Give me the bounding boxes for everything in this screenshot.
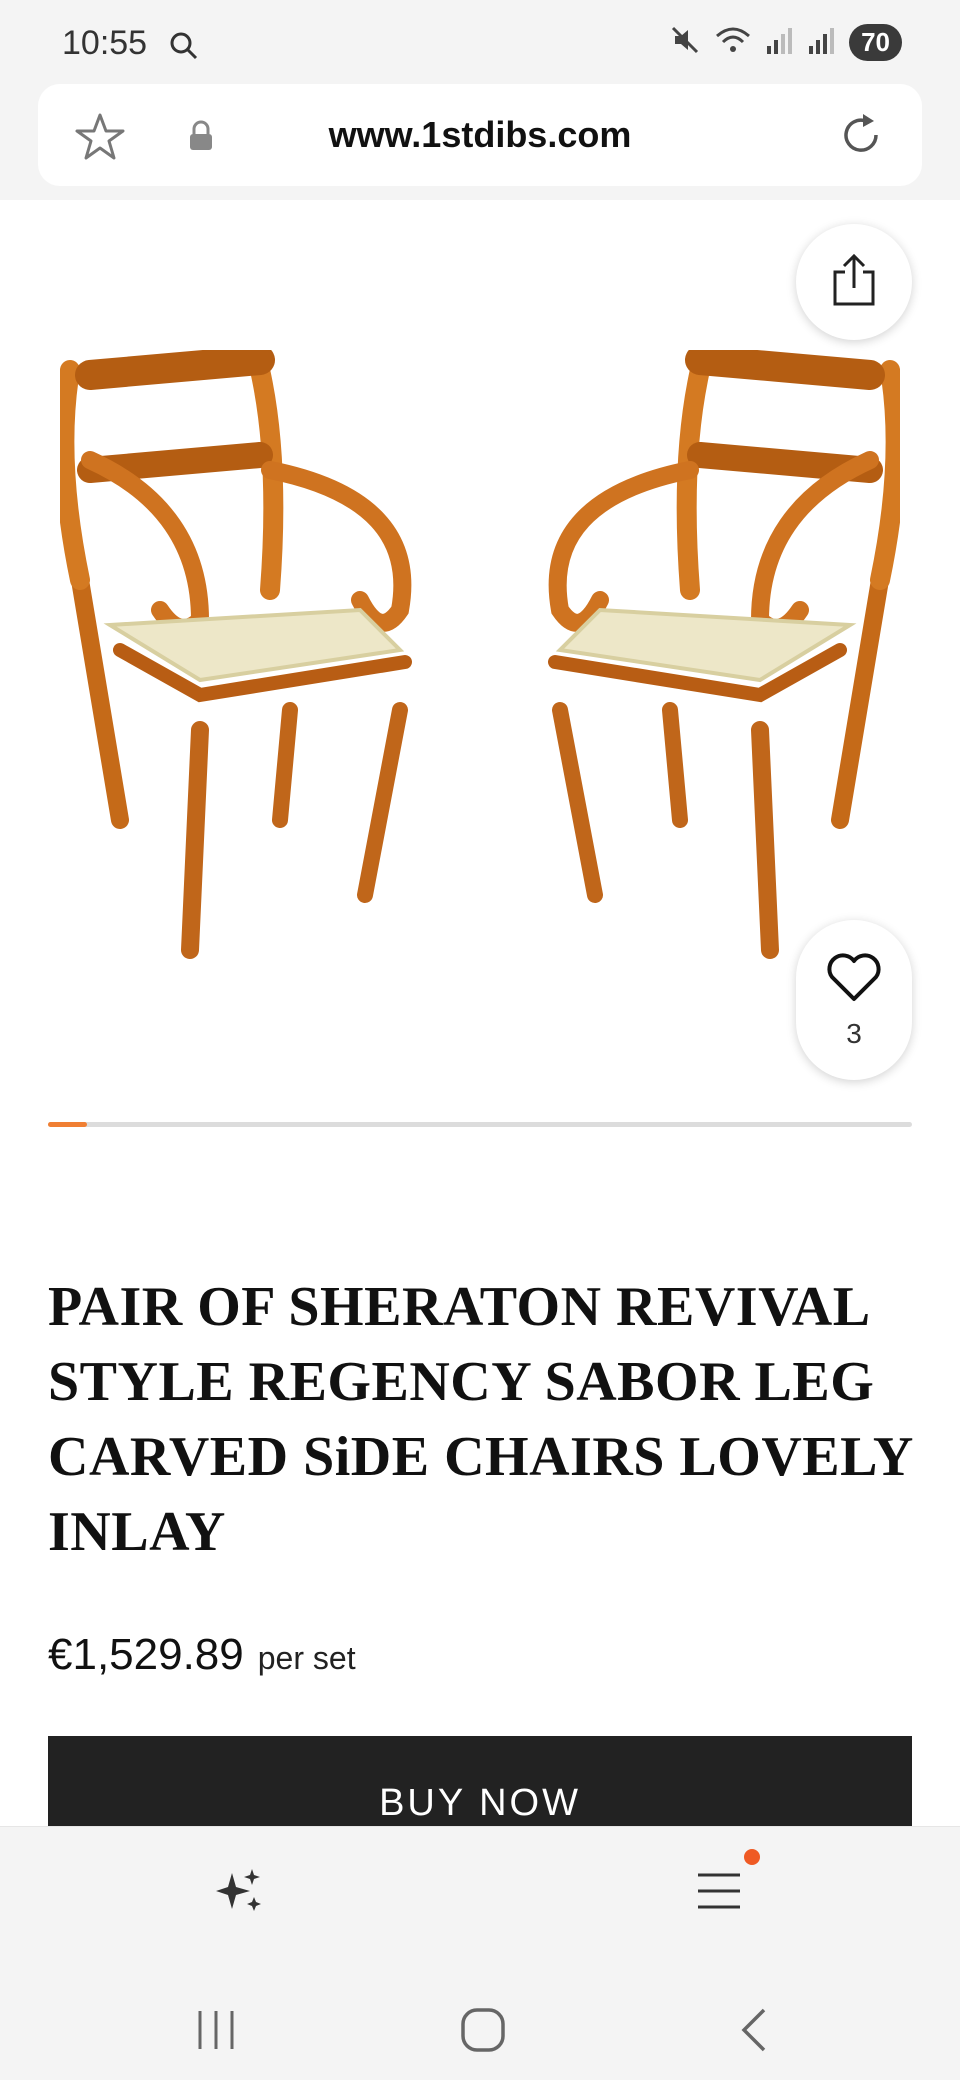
status-time: 10:55 — [62, 24, 148, 62]
price-row: €1,529.89 per set — [48, 1630, 356, 1680]
address-bar[interactable]: www.1stdibs.com — [38, 84, 922, 186]
status-bar: 10:55 70 — [0, 0, 960, 84]
favorite-count: 3 — [846, 1017, 862, 1049]
bottom-nav — [0, 1826, 960, 2080]
browser-toolbar: www.1stdibs.com — [0, 84, 960, 200]
product-title: PAIR OF SHERATON REVIVAL STYLE REGENCY S… — [48, 1276, 912, 1563]
right-chair — [548, 350, 900, 959]
recent-apps-icon[interactable] — [194, 2009, 238, 2056]
left-chair — [60, 350, 412, 959]
mute-icon — [669, 24, 701, 61]
url-text[interactable]: www.1stdibs.com — [38, 114, 922, 156]
share-icon — [831, 252, 877, 313]
buy-now-button[interactable]: BUY NOW — [48, 1736, 912, 1826]
product-image[interactable] — [60, 350, 900, 970]
heart-icon — [825, 951, 883, 1008]
carousel-progress-fill — [48, 1122, 87, 1127]
back-icon[interactable] — [738, 2007, 768, 2058]
signal-icon — [765, 24, 795, 61]
reload-icon[interactable] — [836, 110, 886, 165]
price: €1,529.89 — [48, 1630, 244, 1679]
notification-dot — [744, 1849, 760, 1865]
favorite-button[interactable]: 3 — [796, 920, 912, 1080]
signal-icon — [807, 24, 837, 61]
menu-icon[interactable] — [696, 1871, 742, 1916]
share-button[interactable] — [796, 224, 912, 340]
product-image-carousel[interactable]: 3 — [0, 200, 960, 1120]
price-unit: per set — [257, 1640, 356, 1676]
status-icons: 70 — [669, 24, 902, 61]
search-icon — [168, 30, 200, 67]
wifi-icon — [713, 24, 753, 61]
carousel-progress — [48, 1122, 912, 1127]
home-icon[interactable] — [460, 2007, 506, 2058]
system-nav-bar — [0, 1975, 960, 2080]
sparkle-icon[interactable] — [214, 1865, 264, 1920]
battery-indicator: 70 — [849, 24, 902, 61]
